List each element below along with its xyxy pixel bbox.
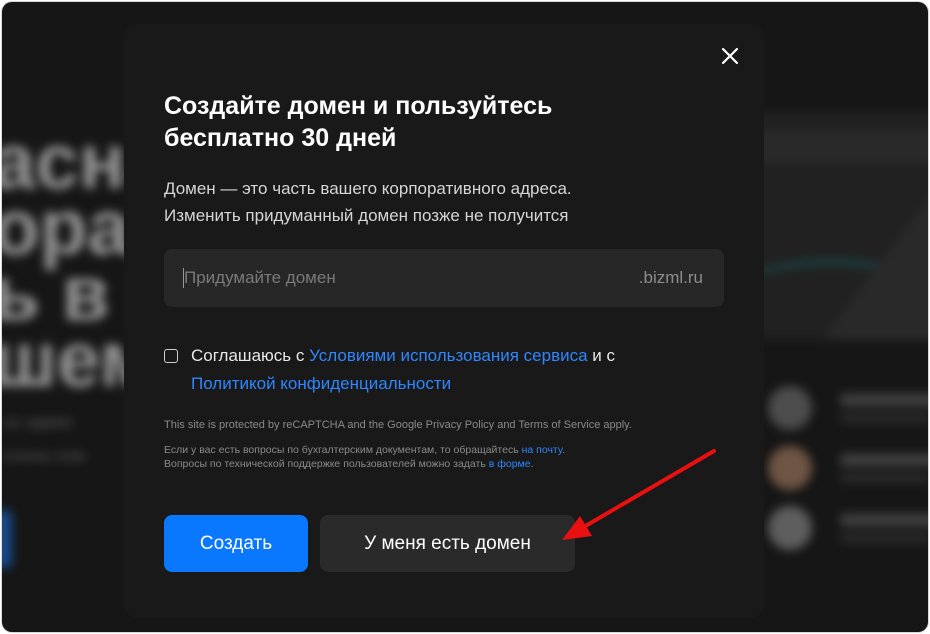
close-button[interactable] — [718, 44, 742, 68]
help-line-1-text: Если у вас есть вопросы по бухгалтерским… — [164, 444, 522, 456]
help-line-2: Вопросы по технической поддержке пользов… — [164, 457, 565, 471]
description-line-1: Домен — это часть вашего корпоративного … — [164, 179, 572, 198]
background-person-sub — [840, 474, 928, 482]
background-person-name — [840, 514, 928, 526]
help-line-1: Если у вас есть вопросы по бухгалтерским… — [164, 443, 565, 457]
help-line-2-text: Вопросы по технической поддержке пользов… — [164, 458, 489, 470]
agreement-middle: и с — [587, 346, 616, 365]
have-domain-button[interactable]: У меня есть домен — [320, 515, 575, 572]
close-icon — [721, 47, 739, 65]
background-preview-panel — [702, 110, 928, 340]
background-avatar — [768, 506, 812, 550]
app-window: асна орати ь в об шем ых админ огично по… — [2, 2, 928, 632]
background-button — [2, 510, 12, 568]
domain-input[interactable] — [184, 249, 614, 307]
agreement-checkbox[interactable] — [164, 349, 178, 363]
background-avatar — [768, 386, 812, 430]
create-domain-dialog: Создайте домен и пользуйтесь бесплатно 3… — [124, 24, 764, 618]
help-line-1-end: . — [562, 444, 565, 456]
background-person-name — [840, 454, 928, 466]
support-form-link[interactable]: в форме — [489, 458, 531, 470]
background-subtext-2: огично пом — [2, 448, 85, 465]
agreement-text: Соглашаюсь с Условиями использования сер… — [191, 342, 615, 370]
agreement-prefix: Соглашаюсь с — [191, 346, 310, 365]
recaptcha-note: This site is protected by reCAPTCHA and … — [164, 419, 632, 431]
background-person-name — [840, 394, 928, 406]
background-subtext-1: ых админ — [2, 414, 73, 431]
privacy-link[interactable]: Политикой конфиденциальности — [191, 374, 451, 393]
background-url-bar — [742, 130, 928, 164]
email-link[interactable]: на почту — [522, 444, 562, 456]
create-button[interactable]: Создать — [164, 515, 308, 572]
background-shape — [822, 180, 928, 340]
dialog-title: Создайте домен и пользуйтесь бесплатно 3… — [164, 92, 553, 152]
domain-suffix: .bizml.ru — [638, 268, 703, 287]
background-avatar — [768, 446, 812, 490]
agreement-text-line-2: Политикой конфиденциальности — [191, 370, 451, 398]
dialog-description: Домен — это часть вашего корпоративного … — [164, 175, 724, 229]
help-line-2-end: . — [530, 458, 534, 470]
terms-link[interactable]: Условиями использования сервиса — [309, 346, 587, 365]
background-person-sub — [840, 534, 928, 542]
help-text: Если у вас есть вопросы по бухгалтерским… — [164, 443, 565, 471]
description-line-2: Изменить придуманный домен позже не полу… — [164, 206, 569, 225]
domain-field[interactable]: .bizml.ru — [164, 249, 724, 307]
background-person-sub — [840, 414, 928, 422]
